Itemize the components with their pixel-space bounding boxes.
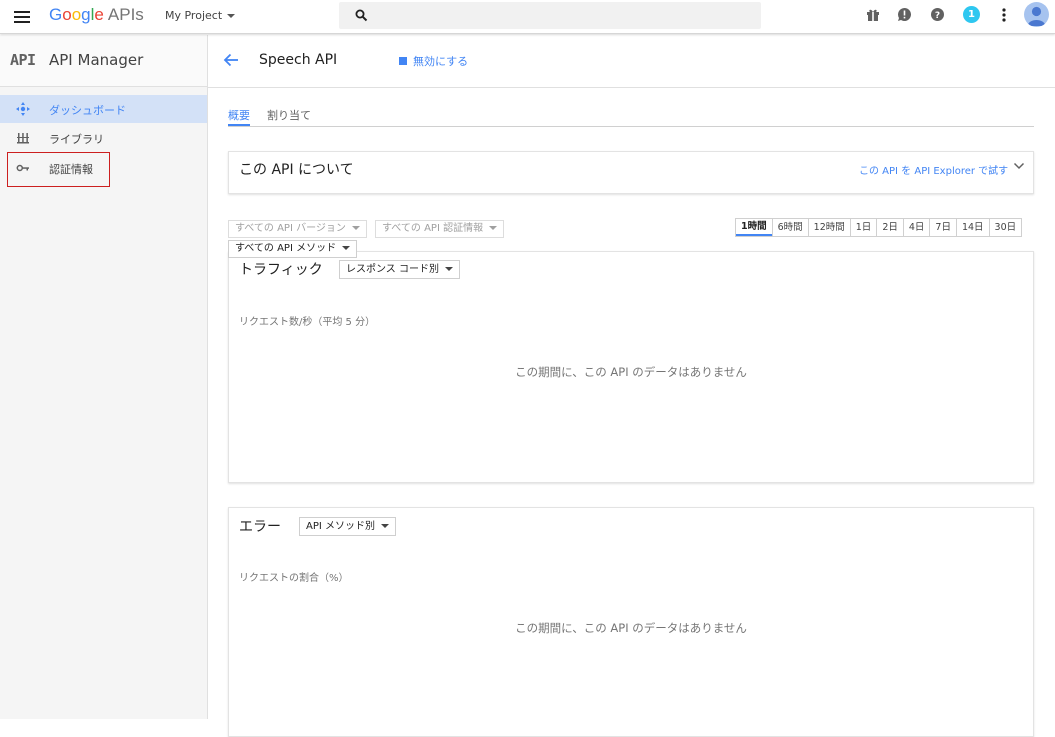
time-range-14d[interactable]: 14日 xyxy=(955,219,989,236)
caret-down-icon xyxy=(342,246,351,250)
errors-breakdown-label: API メソッド別 xyxy=(306,521,375,532)
project-selector[interactable]: My Project xyxy=(165,9,236,22)
time-range-12h[interactable]: 12時間 xyxy=(807,219,850,236)
sidebar-title: API Manager xyxy=(49,51,144,69)
caret-down-icon xyxy=(227,14,236,18)
errors-chart-card: エラー API メソッド別 リクエストの割合（%） この期間に、この API の… xyxy=(228,507,1034,737)
page-header: Speech API 無効にする xyxy=(208,35,1055,88)
library-icon xyxy=(16,131,30,145)
time-range-2d[interactable]: 2日 xyxy=(876,219,903,236)
errors-breakdown-dropdown[interactable]: API メソッド別 xyxy=(299,517,396,536)
time-range-30d[interactable]: 30日 xyxy=(988,219,1022,236)
caret-down-icon xyxy=(381,524,389,528)
api-version-filter[interactable]: すべての API バージョン xyxy=(228,220,367,238)
traffic-chart-card: トラフィック レスポンス コード別 リクエスト数/秒（平均 5 分） この期間に… xyxy=(228,251,1034,483)
feedback-icon[interactable] xyxy=(897,7,913,23)
api-version-filter-label: すべての API バージョン xyxy=(235,223,346,234)
errors-chart-y-label: リクエストの割合（%） xyxy=(239,573,349,584)
main-content: Speech API 無効にする 概要 割り当て この API について この … xyxy=(208,35,1055,737)
time-range-1h[interactable]: 1時間 xyxy=(736,219,772,236)
api-explorer-link[interactable]: この API を API Explorer で試す xyxy=(859,162,1008,177)
traffic-breakdown-label: レスポンス コード別 xyxy=(346,264,439,275)
time-range-selector: 1時間 6時間 12時間 1日 2日 4日 7日 14日 30日 xyxy=(735,218,1023,237)
time-range-1d[interactable]: 1日 xyxy=(849,219,877,236)
sidebar: API API Manager ダッシュボード ライブラリ 認証情報 xyxy=(0,35,208,719)
chevron-down-icon[interactable] xyxy=(1013,160,1025,172)
traffic-chart-title: トラフィック xyxy=(239,262,323,278)
errors-no-data-message: この期間に、この API のデータはありません xyxy=(515,621,747,635)
sidebar-item-label: ダッシュボード xyxy=(49,104,126,117)
sidebar-item-label: 認証情報 xyxy=(49,163,93,176)
about-api-card[interactable]: この API について この API を API Explorer で試す xyxy=(228,151,1034,194)
help-icon[interactable]: ? xyxy=(930,7,946,23)
disable-api-label: 無効にする xyxy=(413,55,469,68)
api-logo: API xyxy=(10,51,36,69)
search-icon[interactable] xyxy=(355,9,368,22)
project-name: My Project xyxy=(165,9,223,22)
about-api-title: この API について xyxy=(239,162,354,178)
time-range-7d[interactable]: 7日 xyxy=(929,219,956,236)
caret-down-icon xyxy=(489,226,498,230)
traffic-chart-y-label: リクエスト数/秒（平均 5 分） xyxy=(239,317,376,328)
hamburger-menu-icon[interactable] xyxy=(14,9,32,25)
google-apis-logo[interactable]: Google APIs xyxy=(49,5,144,25)
more-vert-icon[interactable] xyxy=(998,7,1014,23)
api-credentials-filter-label: すべての API 認証情報 xyxy=(382,223,484,234)
svg-text:?: ? xyxy=(935,11,940,21)
disable-api-button[interactable]: 無効にする xyxy=(399,53,468,69)
time-range-6h[interactable]: 6時間 xyxy=(771,219,808,236)
caret-down-icon xyxy=(444,267,453,271)
traffic-no-data-message: この期間に、この API のデータはありません xyxy=(515,365,747,379)
api-credentials-filter[interactable]: すべての API 認証情報 xyxy=(375,220,505,238)
errors-chart-title: エラー xyxy=(239,519,281,535)
api-method-filter-label: すべての API メソッド xyxy=(235,243,337,254)
avatar[interactable] xyxy=(1024,2,1049,27)
sidebar-item-dashboard[interactable]: ダッシュボード xyxy=(0,95,207,123)
top-bar: Google APIs My Project ? 1 xyxy=(0,0,1055,34)
sidebar-header: API API Manager xyxy=(0,35,207,87)
dashboard-icon xyxy=(16,102,30,116)
back-arrow-icon[interactable] xyxy=(223,52,239,68)
tab-overview[interactable]: 概要 xyxy=(228,107,250,126)
key-icon xyxy=(16,161,30,175)
page-title: Speech API xyxy=(259,52,338,68)
search-bar[interactable] xyxy=(339,2,761,29)
sidebar-item-label: ライブラリ xyxy=(49,133,104,146)
time-range-4d[interactable]: 4日 xyxy=(902,219,930,236)
api-method-filter[interactable]: すべての API メソッド xyxy=(228,240,358,258)
sidebar-item-library[interactable]: ライブラリ xyxy=(0,124,207,152)
stop-square-icon xyxy=(399,57,407,65)
tab-quotas[interactable]: 割り当て xyxy=(267,107,311,123)
notifications-badge[interactable]: 1 xyxy=(963,6,980,23)
gift-icon[interactable] xyxy=(865,7,881,23)
tab-bar: 概要 割り当て xyxy=(228,107,1034,127)
search-input[interactable] xyxy=(379,6,749,25)
traffic-breakdown-dropdown[interactable]: レスポンス コード別 xyxy=(339,260,460,279)
caret-down-icon xyxy=(351,226,360,230)
sidebar-item-credentials[interactable]: 認証情報 xyxy=(0,154,207,182)
